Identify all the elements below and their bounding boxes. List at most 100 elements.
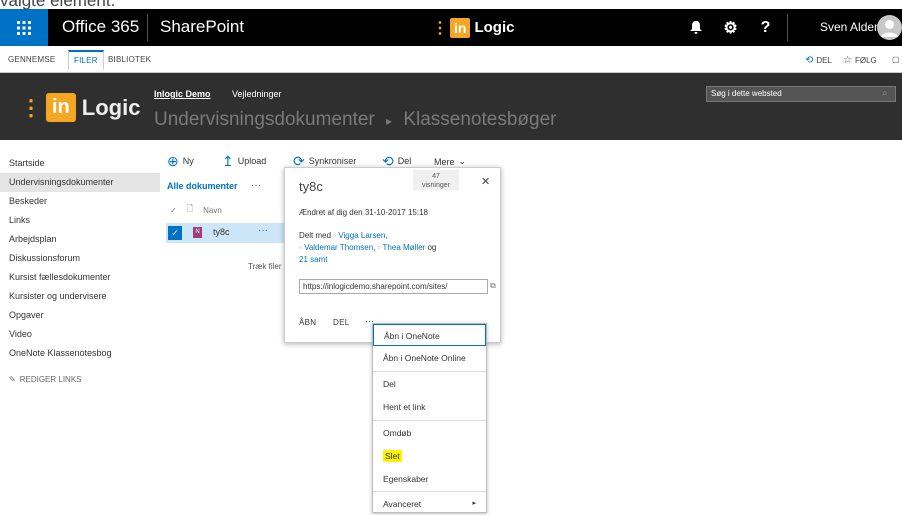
site-header: ⋮ in Logic Inlogic Demo Vejledninger Und… <box>0 73 902 140</box>
menu-item-delete[interactable]: Slet <box>373 445 486 467</box>
person-icon: ▫ <box>333 231 337 240</box>
view-more-button[interactable]: ··· <box>251 180 261 191</box>
upload-button[interactable]: ↥ Upload <box>222 153 267 169</box>
shared-more-link[interactable]: 21 samt <box>299 255 327 264</box>
copy-icon[interactable]: ⧉ <box>490 281 496 291</box>
view-selector[interactable]: Alle dokumenter <box>167 181 238 191</box>
inlogic-logo: ⋮ in Logic <box>432 14 514 41</box>
callout-title: ty8c <box>299 179 323 194</box>
menu-item-open-onenote-online[interactable]: Åbn i OneNote Online <box>373 347 486 369</box>
share-icon: ⟲ <box>805 55 814 66</box>
upload-label: Upload <box>237 156 267 166</box>
logo-name: Logic <box>474 19 515 36</box>
bell-icon[interactable] <box>678 9 713 46</box>
edit-links-label: REDIGER LINKS <box>19 375 82 384</box>
menu-item-advanced[interactable]: Avanceret ▸ <box>373 493 486 515</box>
shared-person-link[interactable]: Thea Møller <box>383 243 426 252</box>
nav-onenote-klassenotesbog[interactable]: OneNote Klassenotesbog <box>0 344 160 363</box>
select-all-check-icon[interactable]: ✓ <box>170 206 177 215</box>
drag-hint: Træk filer <box>248 262 282 271</box>
list-header: ✓ 🗋 Navn <box>170 203 222 217</box>
file-callout: ty8c 47 visninger ✕ Ændret af dig den 31… <box>284 167 501 343</box>
row-check-icon[interactable]: ✓ <box>168 226 182 240</box>
tab-bibliotek[interactable]: BIBLIOTEK <box>103 51 156 68</box>
shared-person-link[interactable]: Valdemar Thomsen, <box>304 243 375 252</box>
avatar-icon[interactable] <box>877 15 902 40</box>
nav-opgaver[interactable]: Opgaver <box>0 306 160 325</box>
row-file-name[interactable]: ty8c <box>213 227 230 237</box>
menu-item-get-link[interactable]: Hent et link <box>373 396 486 418</box>
file-url-field[interactable]: https://inlogicdemo.sharepoint.com/sites… <box>299 279 488 294</box>
close-icon[interactable]: ✕ <box>481 175 490 188</box>
ribbon-bar: GENNEMSE FILER BIBLIOTEK ⟲ DEL ☆ FØLG ▢ <box>0 46 902 73</box>
menu-item-rename[interactable]: Omdøb <box>373 422 486 444</box>
plus-circle-icon: ⊕ <box>167 153 179 169</box>
caption-text: valgte element. <box>0 0 116 10</box>
logo-prefix: in <box>450 17 471 38</box>
share-action-button[interactable]: DEL <box>333 318 349 327</box>
modified-info: Ændret af dig den 31-10-2017 15:18 <box>299 208 428 217</box>
menu-item-properties[interactable]: Egenskaber <box>373 468 486 490</box>
suite-bar: Office 365 SharePoint ⋮ in Logic ⚙ ? Sve… <box>0 9 902 46</box>
share-label: DEL <box>816 56 832 65</box>
nav-undervisningsdokumenter[interactable]: Undervisningsdokumenter <box>0 173 160 192</box>
nav-diskussionsforum[interactable]: Diskussionsforum <box>0 249 160 268</box>
topnav-inlogic-demo[interactable]: Inlogic Demo <box>154 89 211 99</box>
shared-and: og <box>427 243 437 252</box>
nav-links[interactable]: Links <box>0 211 160 230</box>
menu-item-share[interactable]: Del <box>373 373 486 395</box>
share-icon: ⟲ <box>382 153 394 169</box>
more-label: Mere <box>434 156 455 167</box>
upload-icon: ↥ <box>222 153 234 169</box>
follow-link[interactable]: ☆ FØLG <box>843 55 877 66</box>
star-icon: ☆ <box>843 55 852 66</box>
row-ellipsis-button[interactable]: ··· <box>258 225 268 236</box>
menu-item-open-onenote[interactable]: Åbn i OneNote <box>373 324 486 346</box>
nav-arbejdsplan[interactable]: Arbejdsplan <box>0 230 160 249</box>
submenu-arrow-icon: ▸ <box>472 500 476 507</box>
new-button[interactable]: ⊕ Ny <box>167 153 194 169</box>
topnav-vejledninger[interactable]: Vejledninger <box>232 89 282 99</box>
nav-beskeder[interactable]: Beskeder <box>0 192 160 211</box>
left-navigation: Startside Undervisningsdokumenter Besked… <box>0 154 160 384</box>
sync-icon: ⟳ <box>293 153 305 169</box>
person-icon: ▫ <box>377 243 381 252</box>
suite-divider <box>147 14 148 41</box>
share-button[interactable]: ⟲ Del <box>382 153 412 169</box>
breadcrumb-item[interactable]: Klassenotesbøger <box>403 109 556 130</box>
breadcrumb-item[interactable]: Undervisningsdokumenter <box>154 109 375 130</box>
column-name[interactable]: Navn <box>203 206 222 215</box>
focus-icon[interactable]: ▢ <box>892 55 900 64</box>
nav-startside[interactable]: Startside <box>0 154 160 173</box>
sync-button[interactable]: ⟳ Synkroniser <box>293 153 356 169</box>
breadcrumb: Undervisningsdokumenter ▸ Klassenotesbøg… <box>154 109 556 131</box>
share-site-link[interactable]: ⟲ DEL <box>805 55 832 66</box>
menu-divider <box>373 371 486 372</box>
tab-filer[interactable]: FILER <box>68 50 104 70</box>
sharepoint-link[interactable]: SharePoint <box>160 17 244 37</box>
nav-video[interactable]: Video <box>0 325 160 344</box>
shared-person-link[interactable]: Vigga Larsen, <box>338 231 387 240</box>
views-count-badge: 47 visninger <box>413 170 459 190</box>
logo-dots: ⋮ <box>432 19 448 37</box>
nav-kursister-og-undervisere[interactable]: Kursister og undervisere <box>0 287 160 306</box>
search-icon[interactable]: ⌕ <box>882 88 888 99</box>
menu-divider <box>373 491 486 492</box>
edit-links-button[interactable]: ✎ REDIGER LINKS <box>0 375 160 384</box>
nav-kursist-faellesdokumenter[interactable]: Kursist fællesdokumenter <box>0 268 160 287</box>
shared-prefix: Delt med <box>299 231 332 240</box>
more-button[interactable]: Mere ⌄ <box>434 156 466 167</box>
tab-gennemse[interactable]: GENNEMSE <box>3 51 60 68</box>
help-icon[interactable]: ? <box>748 9 783 46</box>
office-365-link[interactable]: Office 365 <box>62 17 139 37</box>
waffle-icon[interactable] <box>0 9 48 46</box>
chevron-down-icon: ⌄ <box>458 156 467 166</box>
open-button[interactable]: ÅBN <box>299 318 316 327</box>
menu-divider <box>373 420 486 421</box>
share-label: Del <box>397 156 412 166</box>
site-logo[interactable]: ⋮ in Logic <box>20 93 140 122</box>
gear-icon[interactable]: ⚙ <box>713 9 748 46</box>
suite-divider-right <box>787 14 788 41</box>
context-menu: Åbn i OneNote Åbn i OneNote Online Del H… <box>372 323 487 513</box>
search-input[interactable]: Søg i dette websted <box>706 86 896 102</box>
